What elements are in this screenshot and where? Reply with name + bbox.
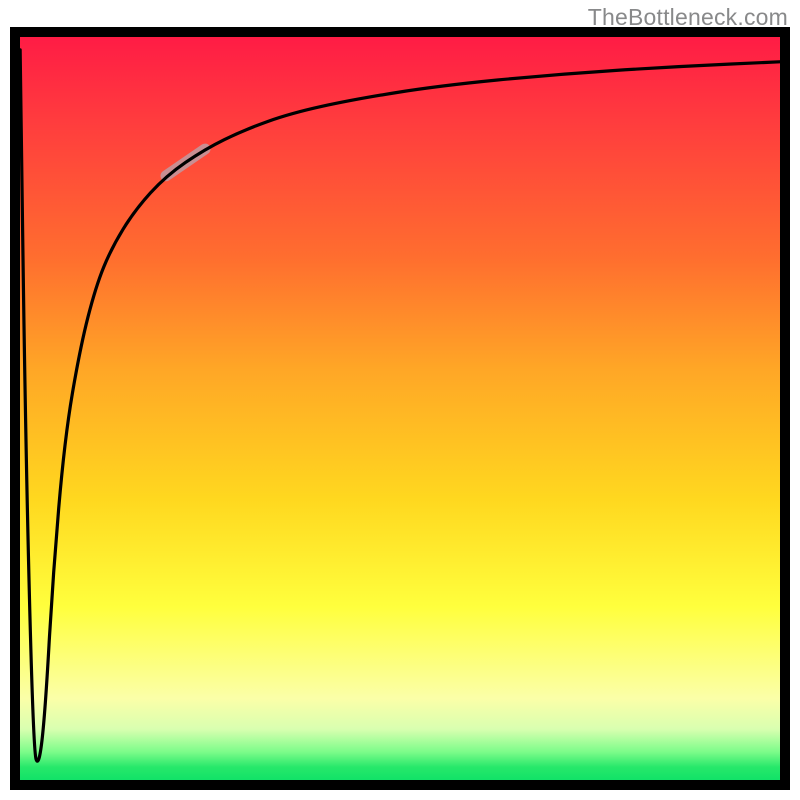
chart-container: TheBottleneck.com bbox=[0, 0, 800, 800]
plot-area bbox=[10, 27, 790, 790]
gradient-background bbox=[10, 27, 790, 790]
